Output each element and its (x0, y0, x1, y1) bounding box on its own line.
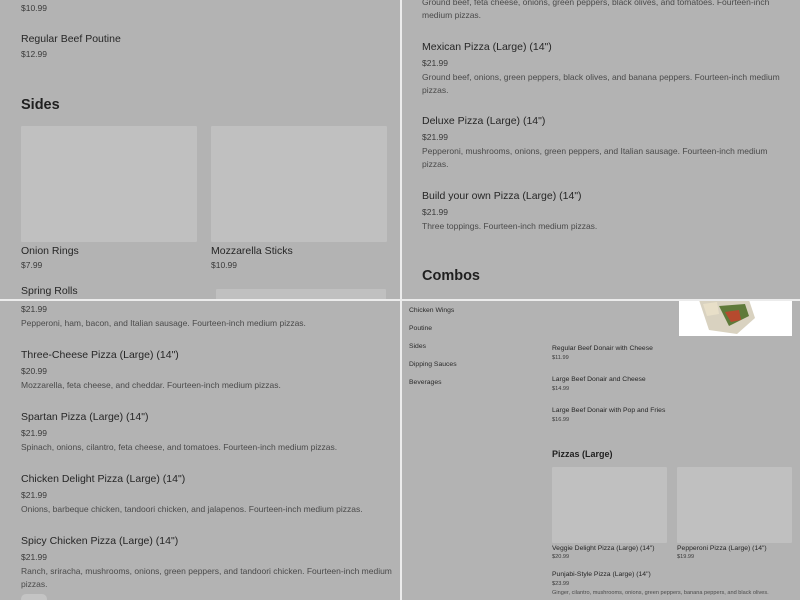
category-nav: Chicken Wings Poutine Sides Dipping Sauc… (409, 307, 529, 397)
item-name: Large Beef Donair and Cheese (552, 376, 646, 383)
item-price: $16.99 (552, 417, 570, 423)
menu-item-veggie-delight-pizza[interactable]: Veggie Delight Pizza (Large) (14") $20.9… (552, 467, 667, 560)
item-name: Regular Beef Donair with Cheese (552, 345, 653, 352)
item-price: $7.99 (21, 260, 43, 270)
item-price: $19.99 (677, 554, 695, 560)
menu-item-build-your-own-pizza[interactable]: Build your own Pizza (Large) (14") $21.9… (422, 190, 794, 233)
item-description: Mozzarella, feta cheese, and cheddar. Fo… (21, 380, 281, 390)
item-name: Mexican Pizza (Large) (14") (422, 41, 552, 53)
menu-panel-bottom-left: $21.99 Pepperoni, ham, bacon, and Italia… (0, 301, 400, 600)
item-description: Ranch, sriracha, mushrooms, onions, gree… (21, 566, 392, 589)
menu-item-spring-rolls[interactable]: Spring Rolls (21, 285, 201, 297)
item-image-donair (679, 301, 792, 336)
menu-item-regular-beef-donair[interactable]: Regular Beef Donair with Cheese $11.99 (552, 345, 653, 361)
nav-item-dipping-sauces[interactable]: Dipping Sauces (409, 361, 529, 379)
menu-item-three-cheese-pizza[interactable]: Three-Cheese Pizza (Large) (14") $20.99 … (21, 349, 393, 392)
item-price: $21.99 (21, 552, 47, 562)
item-price: $10.99 (211, 260, 237, 270)
menu-item-deluxe-pizza[interactable]: Deluxe Pizza (Large) (14") $21.99 Pepper… (422, 115, 794, 170)
item-price: $21.99 (422, 58, 448, 68)
item-name: Deluxe Pizza (Large) (14") (422, 115, 546, 127)
menu-item-spicy-chicken-pizza[interactable]: Spicy Chicken Pizza (Large) (14") $21.99… (21, 535, 393, 590)
item-description: Spinach, onions, cilantro, feta cheese, … (21, 442, 338, 452)
item-name: Spartan Pizza (Large) (14") (21, 411, 149, 423)
menu-item-chicken-delight-pizza[interactable]: Chicken Delight Pizza (Large) (14") $21.… (21, 473, 393, 516)
item-image (216, 289, 386, 299)
item-price: $20.99 (552, 554, 570, 560)
item-price: $21.99 (422, 207, 448, 217)
menu-item-large-beef-donair[interactable]: Large Beef Donair and Cheese $14.99 (552, 376, 646, 392)
item-name: Build your own Pizza (Large) (14") (422, 190, 582, 202)
nav-item-poutine[interactable]: Poutine (409, 325, 529, 343)
section-title-pizzas-large: Pizzas (Large) (552, 449, 613, 459)
item-price: $10.99 (21, 3, 47, 13)
item-name: Chicken Delight Pizza (Large) (14") (21, 473, 186, 485)
nav-item-beverages[interactable]: Beverages (409, 379, 529, 397)
section-title-sides: Sides (21, 97, 60, 113)
menu-item-pepperoni-pizza[interactable]: Pepperoni Pizza (Large) (14") $19.99 (677, 467, 792, 560)
item-description: Ground beef, onions, green peppers, blac… (422, 72, 780, 95)
item-price: $20.99 (21, 366, 47, 376)
item-image (211, 126, 387, 242)
item-image (677, 467, 792, 543)
item-name: Spring Rolls (21, 285, 78, 297)
item-description: Three toppings. Fourteen-inch medium piz… (422, 221, 598, 231)
item-price: $12.99 (21, 49, 47, 59)
item-name: Punjabi-Style Pizza (Large) (14") (552, 571, 651, 578)
menu-item-mozzarella-sticks[interactable]: Mozzarella Sticks $10.99 (211, 126, 387, 270)
item-price: $21.99 (21, 428, 47, 438)
item-name: Mozzarella Sticks (211, 245, 293, 257)
item-description: Onions, barbeque chicken, tandoori chick… (21, 504, 363, 514)
item-description: Ground beef, feta cheese, onions, green … (422, 0, 770, 20)
menu-item-mexican-pizza[interactable]: Mexican Pizza (Large) (14") $21.99 Groun… (422, 41, 794, 96)
item-description: Ginger, cilantro, mushrooms, onions, gre… (552, 590, 769, 596)
item-name: Spicy Chicken Pizza (Large) (14") (21, 535, 179, 547)
menu-panel-top-left: $10.99 Regular Beef Poutine $12.99 Sides… (0, 0, 400, 299)
item-name: Three-Cheese Pizza (Large) (14") (21, 349, 179, 361)
menu-item-large-beef-donair-pop-fries[interactable]: Large Beef Donair with Pop and Fries $16… (552, 407, 665, 423)
item-description: Pepperoni, ham, bacon, and Italian sausa… (21, 318, 306, 328)
tag-badge (21, 594, 47, 600)
item-price: $21.99 (21, 490, 47, 500)
panel-divider-horizontal (0, 299, 800, 301)
item-price: $23.99 (552, 581, 570, 587)
item-image (21, 126, 197, 242)
nav-item-chicken-wings[interactable]: Chicken Wings (409, 307, 529, 325)
item-description: Pepperoni, mushrooms, onions, green pepp… (422, 146, 768, 169)
item-name: Onion Rings (21, 245, 79, 257)
item-name: Large Beef Donair with Pop and Fries (552, 407, 666, 414)
menu-panel-bottom-right: Chicken Wings Poutine Sides Dipping Sauc… (402, 301, 800, 600)
menu-item-regular-beef-poutine[interactable]: Regular Beef Poutine $12.99 (21, 33, 381, 59)
menu-panel-top-right: Ground beef, feta cheese, onions, green … (402, 0, 800, 299)
item-name: Regular Beef Poutine (21, 33, 121, 45)
menu-item-spartan-pizza[interactable]: Spartan Pizza (Large) (14") $21.99 Spina… (21, 411, 393, 454)
item-price: $21.99 (21, 304, 47, 314)
item-price: $21.99 (422, 132, 448, 142)
item-price: $14.99 (552, 386, 570, 392)
item-name: Veggie Delight Pizza (Large) (14") (552, 545, 655, 552)
section-title-combos: Combos (422, 268, 480, 284)
menu-item-onion-rings[interactable]: Onion Rings $7.99 (21, 126, 197, 270)
item-price: $11.99 (552, 355, 569, 361)
nav-item-sides[interactable]: Sides (409, 343, 529, 361)
item-image (552, 467, 667, 543)
menu-item-punjabi-style-pizza[interactable]: Punjabi-Style Pizza (Large) (14") $23.99… (552, 571, 792, 596)
item-name: Pepperoni Pizza (Large) (14") (677, 545, 767, 552)
